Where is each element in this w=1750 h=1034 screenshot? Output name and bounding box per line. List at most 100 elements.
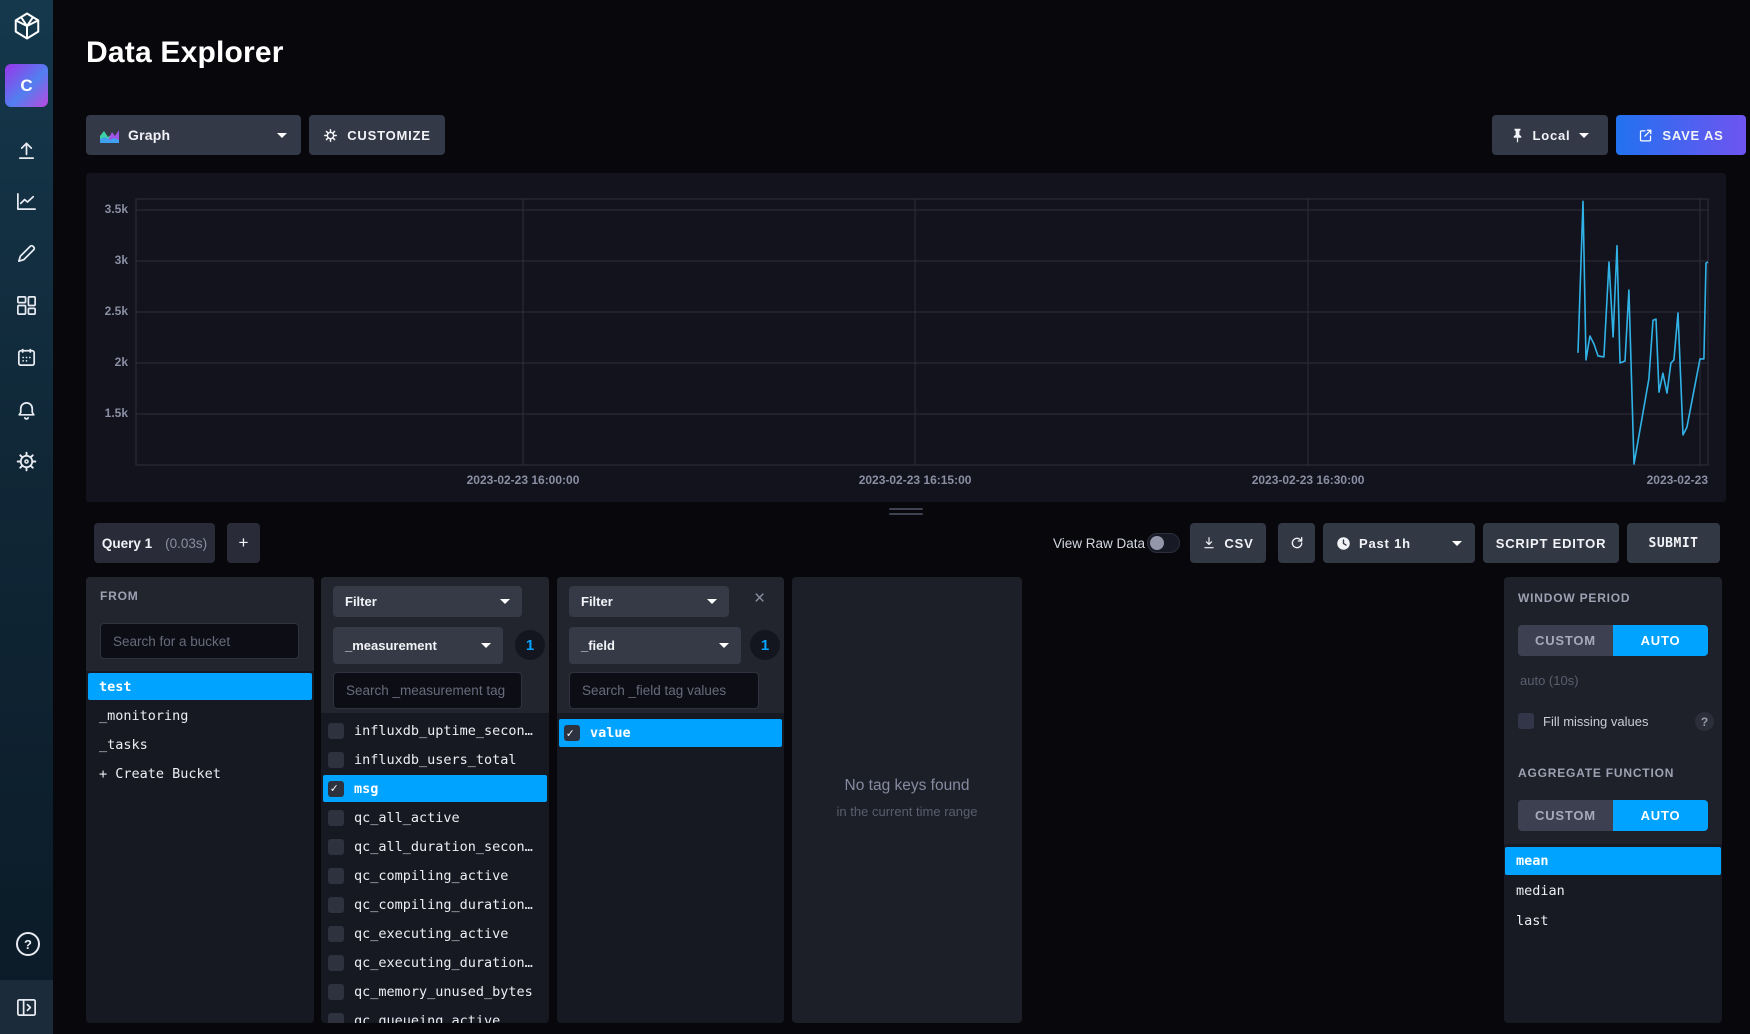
submit-label: SUBMIT [1649,536,1699,551]
measurement-label: qc_memory_unused_bytes [354,984,533,1000]
upload-icon[interactable] [15,139,38,162]
checkbox[interactable] [328,955,344,971]
fill-missing-checkbox[interactable] [1518,713,1534,729]
filter-type-dropdown[interactable]: Filter [569,586,729,617]
graph-panel[interactable]: 3.5k3k2.5k2k1.5k 2023-02-23 16:00:002023… [86,173,1726,502]
field-filter-header: Filter × _field 1 [557,577,784,713]
field-key-dropdown[interactable]: _field [569,627,741,664]
checkbox[interactable] [564,725,580,741]
checkbox[interactable] [328,897,344,913]
bucket-list-item[interactable]: _tasks [88,731,312,758]
bucket-search-input[interactable] [100,623,299,659]
field-list-item[interactable]: value [559,719,782,747]
measurement-search-input[interactable] [333,672,522,709]
checkbox[interactable] [328,752,344,768]
resize-handle[interactable] [889,508,923,518]
aggregate-function-label: last [1516,913,1549,929]
checkbox[interactable] [328,839,344,855]
measurement-key-dropdown[interactable]: _measurement [333,627,503,664]
measurement-list-item[interactable]: influxdb_uptime_secon… [323,717,547,744]
download-icon [1202,536,1216,550]
measurement-list-item[interactable]: qc_all_active [323,804,547,831]
customize-button[interactable]: CUSTOMIZE [309,115,445,155]
measurement-list: influxdb_uptime_secon… influxdb_users_to… [323,717,547,1023]
query-tab[interactable]: Query 1(0.03s) [94,523,215,563]
checkbox[interactable] [328,1013,344,1024]
view-raw-data-toggle[interactable] [1147,533,1180,553]
export-icon [1638,128,1653,143]
local-dropdown[interactable]: Local [1492,115,1608,155]
close-icon[interactable]: × [754,591,765,607]
field-list: value [559,719,782,749]
pencil-icon[interactable] [15,242,38,265]
measurement-label: influxdb_uptime_secon… [354,723,533,739]
expand-sidebar-icon[interactable] [15,996,38,1019]
x-axis-label: 2023-02-23 16:15:00 [825,473,1005,487]
help-badge-icon[interactable]: ? [1695,712,1714,731]
field-label: value [590,725,631,741]
filter-type-dropdown[interactable]: Filter [333,586,522,617]
measurement-list-item[interactable]: msg [323,775,547,802]
measurement-list-item[interactable]: qc_queueing_active [323,1007,547,1023]
line-graph-icon[interactable] [15,190,38,213]
checkbox[interactable] [328,868,344,884]
aggregate-function-item[interactable]: median [1505,877,1721,905]
measurement-list-item[interactable]: qc_executing_active [323,920,547,947]
help-icon[interactable]: ? [16,932,40,956]
checkbox[interactable] [328,926,344,942]
time-series-chart [86,173,1726,502]
visualization-type-dropdown[interactable]: Graph [86,115,301,155]
window-custom-button[interactable]: CUSTOM [1518,625,1613,656]
calendar-icon[interactable] [15,346,38,369]
save-as-label: SAVE AS [1662,128,1723,143]
data-explorer-page: C [0,0,1750,1034]
aggregate-auto-button[interactable]: AUTO [1613,800,1708,831]
bell-icon[interactable] [15,399,38,422]
dashboards-icon[interactable] [15,294,38,317]
gear-icon[interactable] [15,450,38,473]
add-query-button[interactable]: + [227,523,260,563]
save-as-button[interactable]: SAVE AS [1616,115,1746,155]
measurement-list-item[interactable]: qc_executing_duration… [323,949,547,976]
measurement-list-item[interactable]: qc_compiling_duration… [323,891,547,918]
y-axis-label: 3k [86,253,128,267]
measurement-list-item[interactable]: qc_all_duration_secon… [323,833,547,860]
checkbox[interactable] [328,984,344,1000]
bucket-list-item[interactable]: + Create Bucket [88,760,312,787]
aggregate-function-item[interactable]: last [1505,907,1721,935]
page-title: Data Explorer [86,36,284,70]
refresh-icon [1289,535,1305,551]
aggregate-custom-button[interactable]: CUSTOM [1518,800,1613,831]
y-axis-label: 1.5k [86,406,128,420]
avatar[interactable]: C [5,64,48,107]
influxdb-logo-icon[interactable] [10,9,43,42]
time-range-dropdown[interactable]: Past 1h [1323,523,1475,563]
aggregation-panel: WINDOW PERIOD CUSTOM AUTO auto (10s) Fil… [1504,577,1722,1023]
measurement-list-item[interactable]: influxdb_users_total [323,746,547,773]
refresh-button[interactable] [1278,523,1315,563]
bucket-list-item[interactable]: _monitoring [88,702,312,729]
aggregate-function-item[interactable]: mean [1505,847,1721,875]
field-search-input[interactable] [569,672,759,709]
measurement-label: qc_executing_duration… [354,955,533,971]
chevron-down-icon [1579,133,1589,138]
window-auto-button[interactable]: AUTO [1613,625,1708,656]
checkbox[interactable] [328,781,344,797]
measurement-filter-panel: Filter _measurement 1 influxdb_uptime_se… [321,577,549,1023]
script-editor-button[interactable]: SCRIPT EDITOR [1483,523,1619,563]
measurement-label: influxdb_users_total [354,752,517,768]
plus-icon: + [239,533,249,553]
checkbox[interactable] [328,810,344,826]
chevron-down-icon [707,599,717,604]
submit-button[interactable]: SUBMIT [1627,523,1720,563]
aggregate-function-label: mean [1516,853,1549,869]
measurement-list-item[interactable]: qc_compiling_active [323,862,547,889]
measurement-label: qc_executing_active [354,926,508,942]
sidebar-nav: C [0,0,53,1034]
checkbox[interactable] [328,723,344,739]
csv-button[interactable]: CSV [1190,523,1266,563]
measurement-key-label: _measurement [345,638,437,653]
bucket-list-item[interactable]: test [88,673,312,700]
chevron-down-icon [277,133,287,138]
measurement-list-item[interactable]: qc_memory_unused_bytes [323,978,547,1005]
